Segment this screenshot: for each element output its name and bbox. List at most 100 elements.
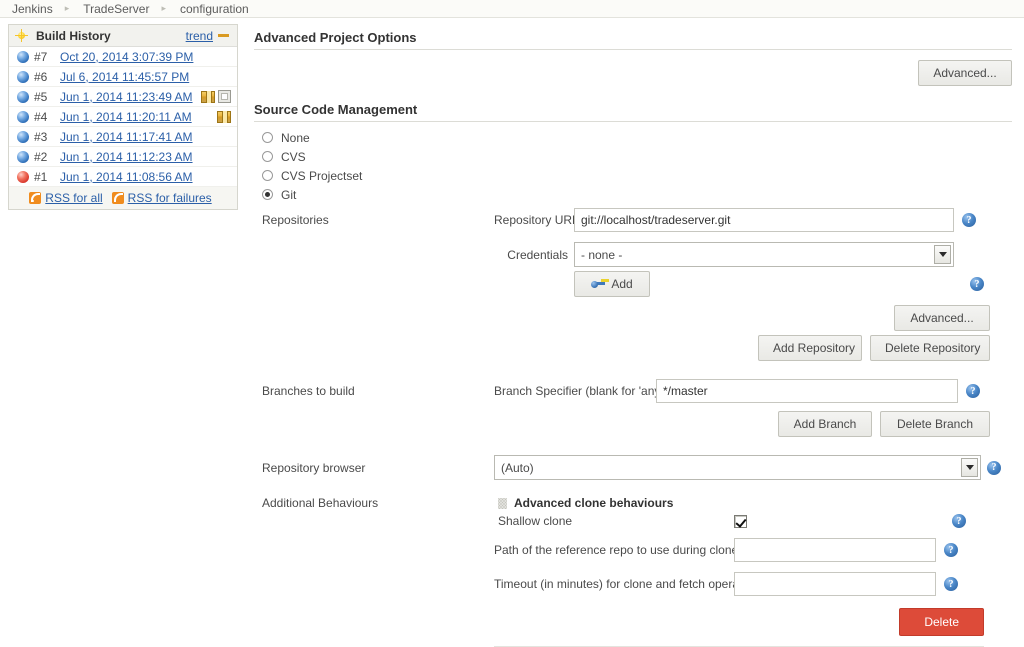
help-icon[interactable]: ? xyxy=(944,577,958,591)
repository-url-input[interactable] xyxy=(574,208,954,232)
build-link[interactable]: Oct 20, 2014 3:07:39 PM xyxy=(60,50,231,64)
repository-advanced-button[interactable]: Advanced... xyxy=(894,305,990,331)
build-link[interactable]: Jun 1, 2014 11:08:56 AM xyxy=(60,170,231,184)
chevron-down-icon[interactable] xyxy=(934,245,951,264)
build-artifact-icons xyxy=(201,90,231,103)
credentials-selected-value: - none - xyxy=(581,248,622,262)
breadcrumb: Jenkins ▸ TradeServer ▸ configuration xyxy=(0,0,1024,18)
scm-option-git[interactable]: Git xyxy=(254,185,1012,204)
build-row[interactable]: #5 Jun 1, 2014 11:23:49 AM xyxy=(9,87,237,107)
scm-option-cvs[interactable]: CVS xyxy=(254,147,1012,166)
build-status-ball-icon xyxy=(17,151,29,163)
scm-option-label: None xyxy=(281,131,310,145)
build-artifact-icons xyxy=(217,111,231,123)
branches-to-build-label: Branches to build xyxy=(254,384,494,398)
help-icon[interactable]: ? xyxy=(944,543,958,557)
timeout-label: Timeout (in minutes) for clone and fetch… xyxy=(494,577,734,591)
advanced-project-options-button[interactable]: Advanced... xyxy=(918,60,1012,86)
advanced-clone-behaviours-header: Advanced clone behaviours xyxy=(494,496,1012,510)
credentials-label: Credentials xyxy=(494,248,574,262)
build-status-ball-icon xyxy=(17,131,29,143)
build-link[interactable]: Jun 1, 2014 11:12:23 AM xyxy=(60,150,231,164)
rss-icon xyxy=(29,192,41,204)
build-number: #3 xyxy=(34,130,56,144)
help-icon[interactable]: ? xyxy=(966,384,980,398)
shallow-clone-checkbox[interactable] xyxy=(734,515,747,528)
add-repository-button[interactable]: Add Repository xyxy=(758,335,862,361)
help-icon[interactable]: ? xyxy=(952,514,966,528)
trend-link[interactable]: trend xyxy=(186,29,213,43)
help-icon[interactable]: ? xyxy=(962,213,976,227)
delete-behaviour-button[interactable]: Delete xyxy=(899,608,984,636)
breadcrumb-separator-icon: ▸ xyxy=(57,4,80,13)
additional-behaviours-label: Additional Behaviours xyxy=(254,496,494,510)
sidebar: Build History trend #7 Oct 20, 2014 3:07… xyxy=(0,18,248,210)
breadcrumb-item-configuration[interactable]: configuration xyxy=(176,2,253,16)
shallow-clone-label: Shallow clone xyxy=(494,514,734,528)
scm-option-label: CVS Projectset xyxy=(281,169,362,183)
delete-branch-button[interactable]: Delete Branch xyxy=(880,411,990,437)
build-status-ball-icon xyxy=(17,91,29,103)
package-icon[interactable] xyxy=(201,91,215,103)
build-link[interactable]: Jun 1, 2014 11:17:41 AM xyxy=(60,130,231,144)
build-status-ball-icon xyxy=(17,71,29,83)
build-number: #7 xyxy=(34,50,56,64)
console-icon[interactable] xyxy=(218,90,231,103)
build-row[interactable]: #7 Oct 20, 2014 3:07:39 PM xyxy=(9,47,237,67)
build-link[interactable]: Jun 1, 2014 11:20:11 AM xyxy=(60,110,217,124)
help-icon[interactable]: ? xyxy=(970,277,984,291)
help-icon[interactable]: ? xyxy=(987,461,1001,475)
repository-browser-select[interactable]: (Auto) xyxy=(494,455,981,480)
repository-url-label: Repository URL xyxy=(494,213,574,227)
radio-icon[interactable] xyxy=(262,151,273,162)
delete-repository-button[interactable]: Delete Repository xyxy=(870,335,990,361)
repository-browser-label: Repository browser xyxy=(254,461,494,475)
build-status-ball-icon xyxy=(17,111,29,123)
source-code-management-title: Source Code Management xyxy=(254,86,1012,122)
build-link[interactable]: Jun 1, 2014 11:23:49 AM xyxy=(60,90,201,104)
build-number: #2 xyxy=(34,150,56,164)
build-number: #5 xyxy=(34,90,56,104)
sun-icon xyxy=(15,29,28,42)
timeout-input[interactable] xyxy=(734,572,936,596)
advanced-project-options-title: Advanced Project Options xyxy=(254,18,1012,50)
breadcrumb-item-tradeserver[interactable]: TradeServer xyxy=(79,2,153,16)
rss-for-failures-link[interactable]: RSS for failures xyxy=(128,191,212,205)
add-credentials-button[interactable]: Add xyxy=(574,271,650,297)
build-number: #6 xyxy=(34,70,56,84)
reference-repo-label: Path of the reference repo to use during… xyxy=(494,543,734,557)
branch-specifier-input[interactable] xyxy=(656,379,958,403)
advanced-clone-behaviours-title: Advanced clone behaviours xyxy=(514,496,673,510)
chevron-down-icon[interactable] xyxy=(961,458,978,477)
rss-icon xyxy=(112,192,124,204)
radio-icon[interactable] xyxy=(262,170,273,181)
rss-for-all-link[interactable]: RSS for all xyxy=(45,191,102,205)
build-link[interactable]: Jul 6, 2014 11:45:57 PM xyxy=(60,70,231,84)
build-history-panel: Build History trend #7 Oct 20, 2014 3:07… xyxy=(8,24,238,210)
reference-repo-input[interactable] xyxy=(734,538,936,562)
drag-handle-icon[interactable] xyxy=(498,498,507,509)
breadcrumb-item-jenkins[interactable]: Jenkins xyxy=(8,2,57,16)
build-row[interactable]: #6 Jul 6, 2014 11:45:57 PM xyxy=(9,67,237,87)
branch-specifier-label: Branch Specifier (blank for 'any') xyxy=(494,384,656,398)
scm-option-label: CVS xyxy=(281,150,306,164)
repositories-label: Repositories xyxy=(254,213,494,227)
build-status-ball-icon xyxy=(17,51,29,63)
build-row[interactable]: #1 Jun 1, 2014 11:08:56 AM xyxy=(9,167,237,187)
build-number: #4 xyxy=(34,110,56,124)
scm-option-label: Git xyxy=(281,188,296,202)
credentials-select[interactable]: - none - xyxy=(574,242,954,267)
scm-option-none[interactable]: None xyxy=(254,128,1012,147)
breadcrumb-separator-icon: ▸ xyxy=(153,4,176,13)
build-row[interactable]: #2 Jun 1, 2014 11:12:23 AM xyxy=(9,147,237,167)
build-number: #1 xyxy=(34,170,56,184)
radio-icon[interactable] xyxy=(262,132,273,143)
build-row[interactable]: #4 Jun 1, 2014 11:20:11 AM xyxy=(9,107,237,127)
scm-option-cvs-projectset[interactable]: CVS Projectset xyxy=(254,166,1012,185)
key-icon xyxy=(591,279,605,289)
build-row[interactable]: #3 Jun 1, 2014 11:17:41 AM xyxy=(9,127,237,147)
add-branch-button[interactable]: Add Branch xyxy=(778,411,872,437)
package-icon[interactable] xyxy=(217,111,231,123)
build-history-header: Build History trend xyxy=(9,25,237,47)
radio-icon[interactable] xyxy=(262,189,273,200)
